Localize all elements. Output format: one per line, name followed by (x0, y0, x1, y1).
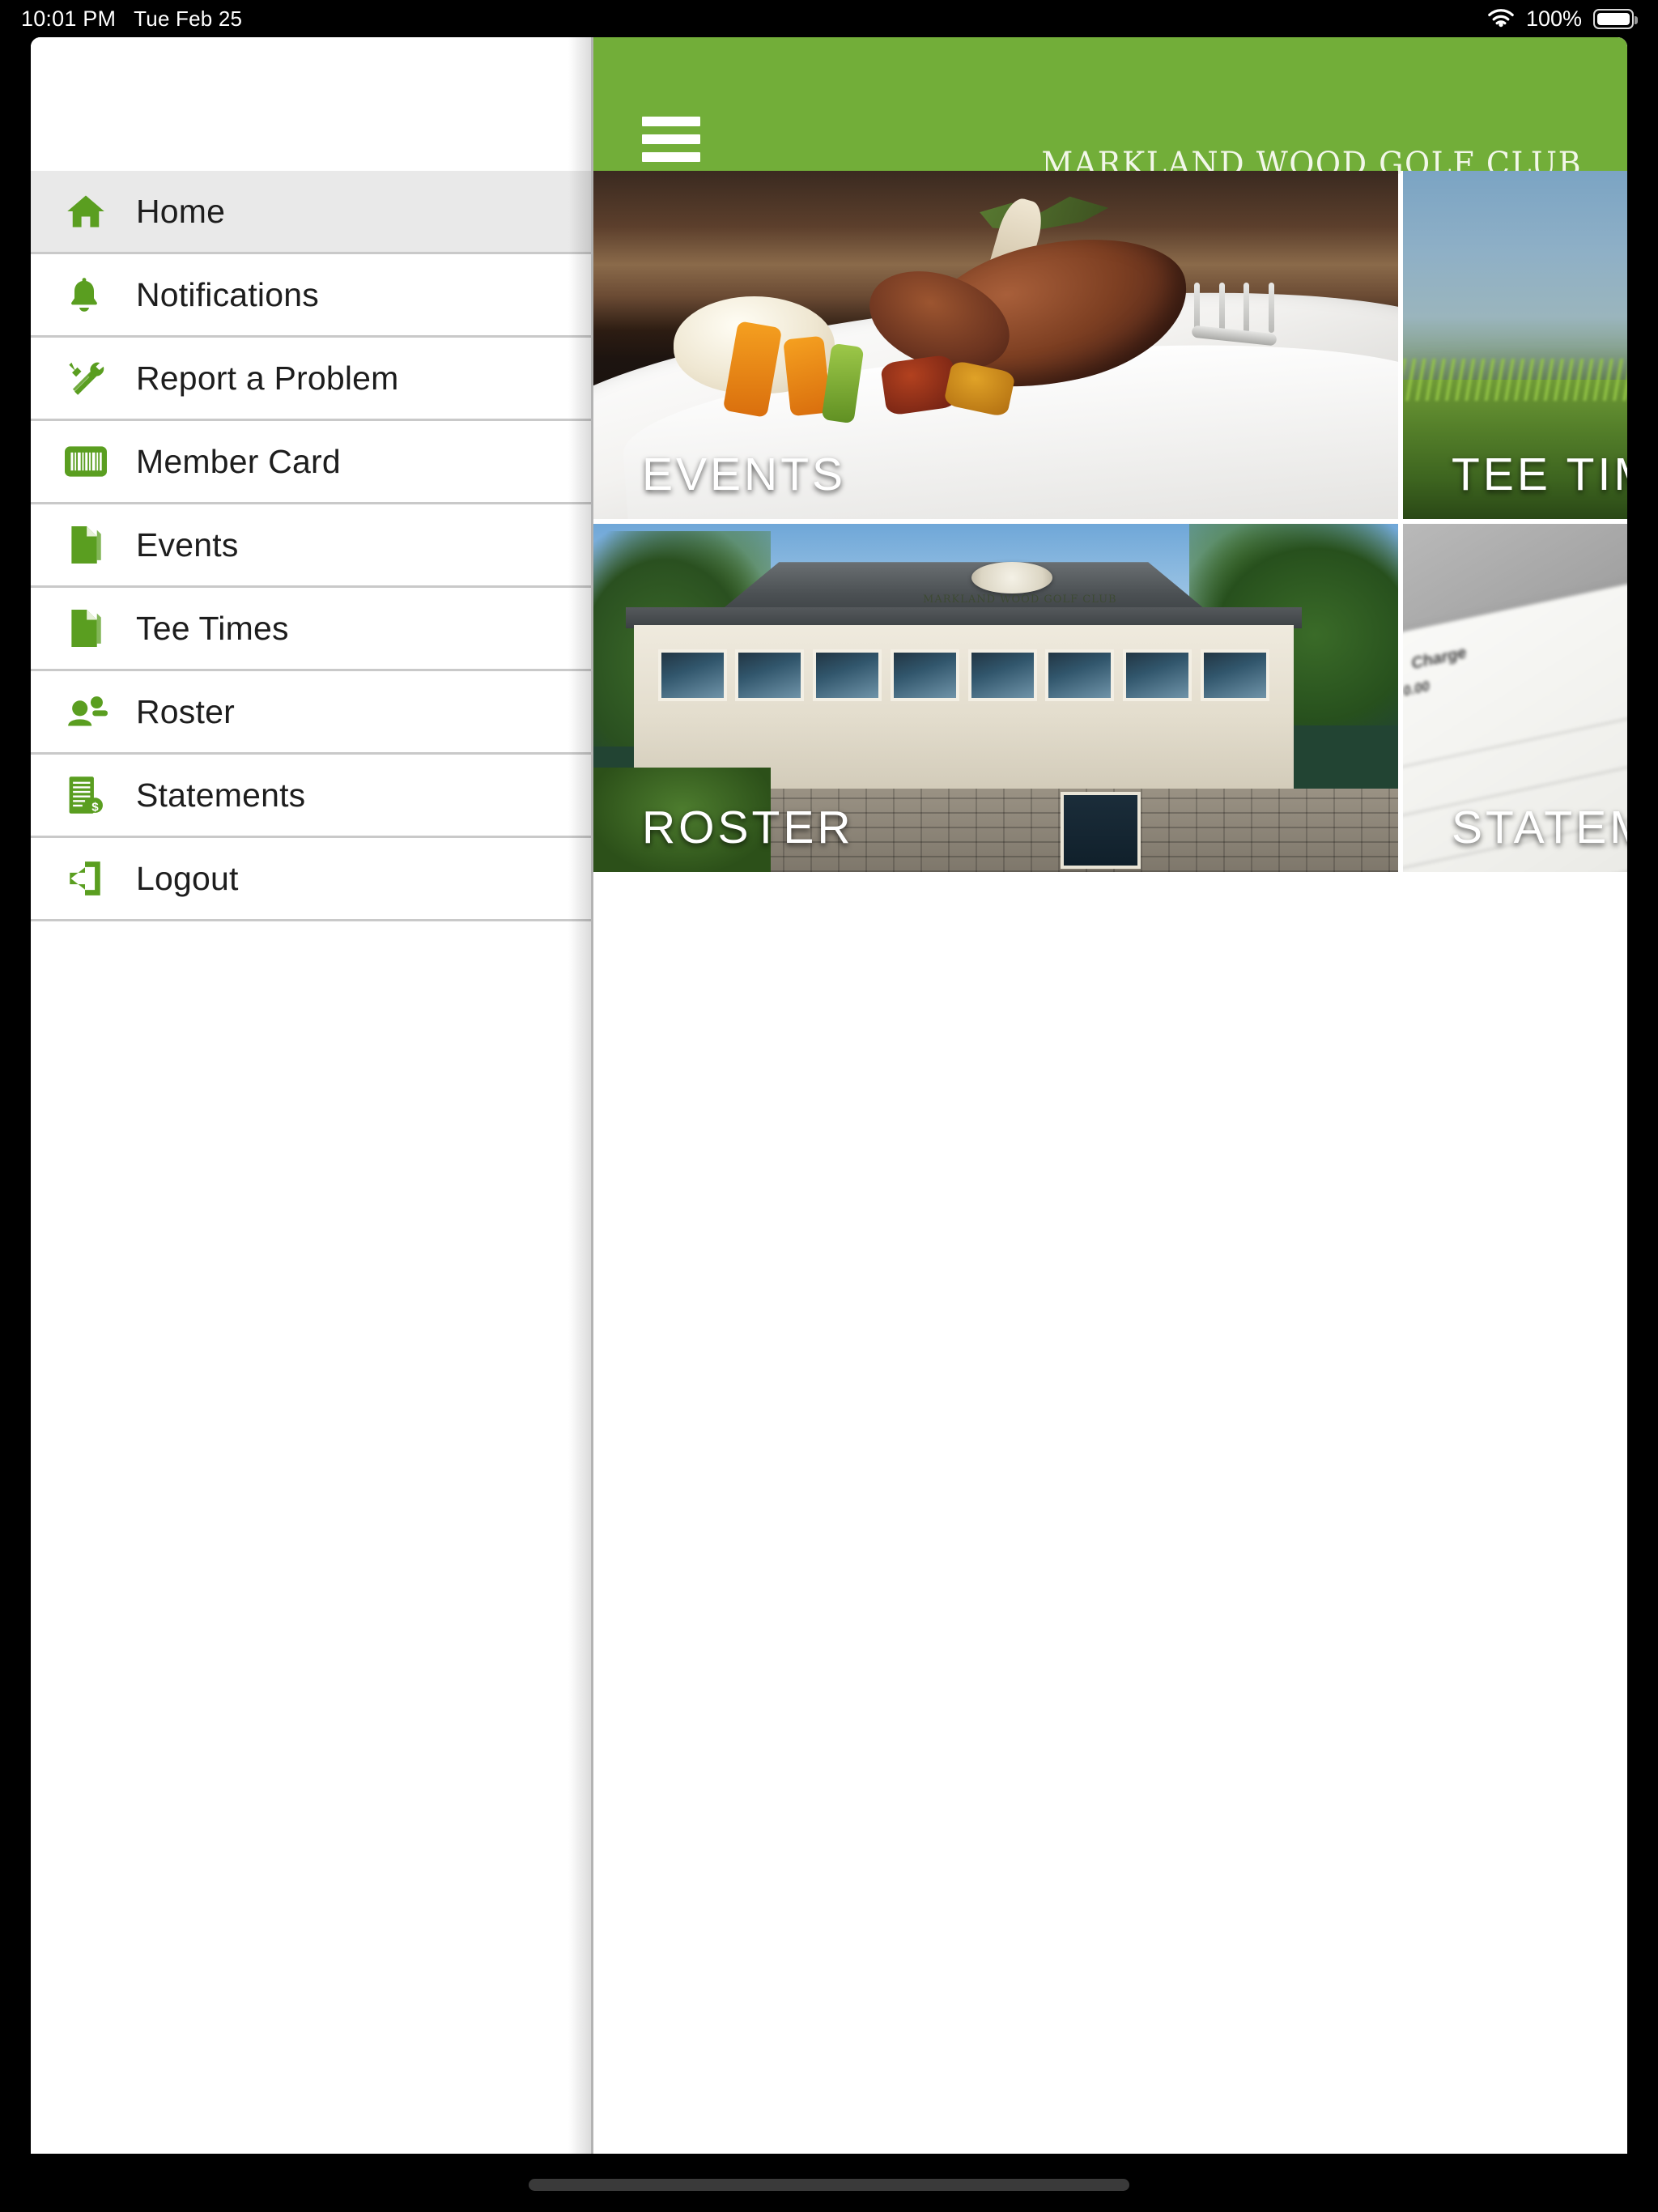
ios-status-bar: 10:01 PM Tue Feb 25 100% (0, 0, 1658, 37)
sidebar-item-roster[interactable]: Roster (31, 671, 593, 755)
document-icon (65, 607, 115, 649)
sidebar-item-report-a-problem[interactable]: Report a Problem (31, 338, 593, 421)
sidebar-item-member-card[interactable]: Member Card (31, 421, 593, 504)
sidebar-label-statements: Statements (136, 776, 306, 814)
status-date: Tue Feb 25 (134, 6, 243, 31)
tile-label-events: EVENTS (642, 449, 847, 500)
sidebar-item-home[interactable]: Home (31, 171, 593, 254)
home-icon (65, 190, 115, 232)
wifi-icon (1487, 8, 1515, 29)
battery-icon (1593, 8, 1638, 29)
sidebar-item-logout[interactable]: Logout (31, 838, 593, 921)
sidebar-label-member-card: Member Card (136, 442, 341, 480)
roster-photo-sign-text: MARKLAND WOOD GOLF CLUB (923, 593, 1117, 606)
sidebar-navigation: Home Notifications Report a Problem Memb… (31, 37, 593, 2154)
people-icon (65, 692, 115, 731)
battery-fill (1596, 12, 1630, 25)
logout-arrow-icon (65, 858, 115, 899)
sidebar-label-report-a-problem: Report a Problem (136, 359, 399, 397)
tile-tee-times[interactable]: TEE TIMES (1403, 171, 1627, 519)
battery-percent-label: 100% (1525, 6, 1582, 31)
tile-label-statements: STATEMENTS (1452, 802, 1627, 853)
app-window: Home Notifications Report a Problem Memb… (31, 37, 1627, 2154)
hamburger-icon-bar (642, 134, 700, 144)
sidebar-label-logout: Logout (136, 859, 239, 897)
hammer-wrench-icon (65, 357, 115, 399)
hamburger-icon-bar (642, 152, 700, 162)
main-content: MENU MARKLAND WOOD GOLF CLUB (593, 37, 1627, 2154)
bell-icon (65, 274, 115, 316)
sidebar-item-notifications[interactable]: Notifications (31, 254, 593, 338)
sidebar-menu-list: Home Notifications Report a Problem Memb… (31, 171, 593, 921)
svg-text:$: $ (91, 801, 99, 815)
status-bar-right: 100% (1487, 0, 1638, 37)
tile-statements[interactable]: Charge 0.00 Amount Paid $0.00 Amount Pai… (1403, 524, 1627, 872)
sidebar-label-roster: Roster (136, 692, 235, 730)
sidebar-label-events: Events (136, 525, 239, 564)
hamburger-icon-bar (642, 117, 700, 126)
sidebar-header-spacer (31, 37, 593, 171)
status-time: 10:01 PM (21, 6, 117, 31)
tile-events[interactable]: EVENTS (593, 171, 1398, 519)
tile-label-roster: ROSTER (642, 802, 854, 853)
sidebar-item-events[interactable]: Events (31, 504, 593, 588)
sidebar-label-tee-times: Tee Times (136, 609, 289, 647)
sidebar-item-statements[interactable]: $ Statements (31, 755, 593, 838)
document-icon (65, 524, 115, 566)
sidebar-label-notifications: Notifications (136, 275, 319, 313)
invoice-dollar-icon: $ (65, 774, 115, 816)
sidebar-label-home: Home (136, 192, 226, 230)
home-indicator[interactable] (529, 2179, 1129, 2191)
tile-label-tee-times: TEE TIMES (1452, 449, 1627, 500)
status-bar-left: 10:01 PM Tue Feb 25 (21, 0, 242, 37)
tile-roster[interactable]: MARKLAND WOOD GOLF CLUB ROSTER (593, 524, 1398, 872)
barcode-icon (65, 444, 115, 479)
app-header: MENU MARKLAND WOOD GOLF CLUB (593, 37, 1627, 198)
home-tile-grid: EVENTS TEE TIMES (593, 171, 1627, 872)
sidebar-item-tee-times[interactable]: Tee Times (31, 588, 593, 671)
